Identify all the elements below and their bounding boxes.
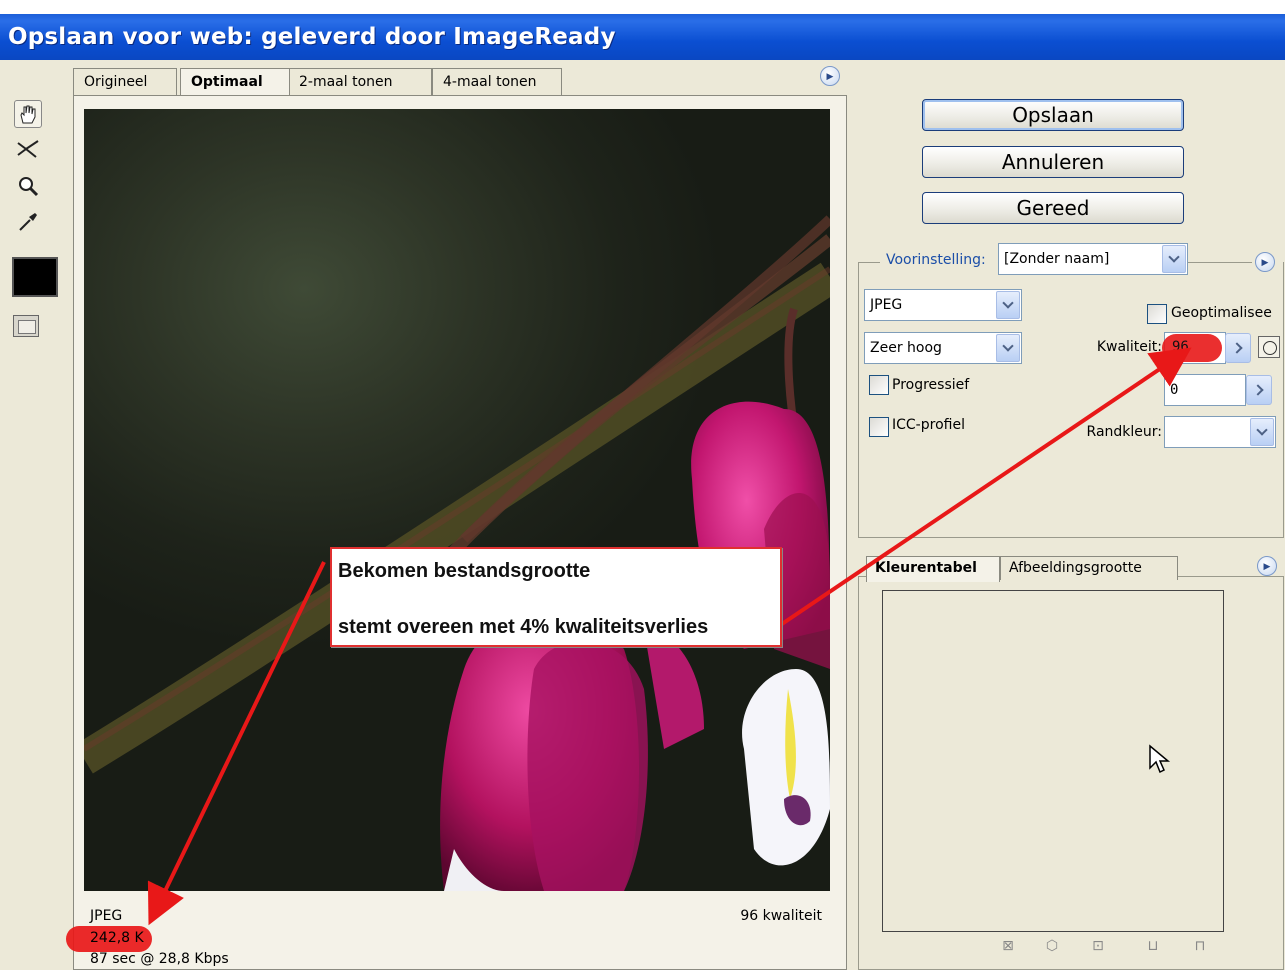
optimized-checkbox[interactable] xyxy=(1147,304,1167,324)
preset-value: [Zonder naam] xyxy=(1004,251,1110,267)
blur-field[interactable]: 0 xyxy=(1164,374,1246,406)
status-quality: 96 kwaliteit xyxy=(740,908,822,924)
matte-label: Randkleur: xyxy=(1086,424,1162,440)
cancel-button[interactable]: Annuleren xyxy=(922,146,1184,178)
callout-line-1: Bekomen bestandsgrootte xyxy=(338,560,591,582)
mouse-cursor-icon xyxy=(1148,744,1172,779)
file-format-dropdown[interactable]: JPEG xyxy=(864,289,1022,321)
hand-icon[interactable] xyxy=(14,100,42,128)
eyedropper-icon[interactable] xyxy=(14,208,42,236)
web-shift-icon[interactable]: ⊠ xyxy=(1000,937,1016,953)
preview-toggle-icon[interactable] xyxy=(13,315,39,337)
quality-highlight xyxy=(1162,334,1222,362)
preset-label: Voorinstelling: xyxy=(886,252,986,268)
color-table-area[interactable] xyxy=(882,590,1224,932)
status-file-size: 242,8 K xyxy=(90,930,144,946)
save-button[interactable]: Opslaan xyxy=(922,99,1184,131)
optimized-label: Geoptimalisee xyxy=(1171,305,1272,321)
eyedropper-color-swatch[interactable] xyxy=(12,257,58,297)
panel-menu-icon[interactable]: ▶ xyxy=(1257,556,1277,576)
matte-dropdown[interactable] xyxy=(1164,416,1276,448)
tab-color-table[interactable]: Kleurentabel xyxy=(866,556,1000,582)
progressive-checkbox[interactable] xyxy=(869,375,889,395)
image-preview[interactable] xyxy=(84,109,830,891)
chevron-down-icon[interactable] xyxy=(1250,418,1274,446)
slice-select-icon[interactable] xyxy=(14,136,42,164)
window-title: Opslaan voor web: geleverd door ImageRea… xyxy=(0,14,1285,60)
preset-dropdown[interactable]: [Zonder naam] xyxy=(998,243,1188,275)
blur-value: 0 xyxy=(1170,382,1179,398)
icc-profile-checkbox[interactable] xyxy=(869,417,889,437)
quality-slider-button[interactable] xyxy=(1225,333,1251,363)
chevron-down-icon[interactable] xyxy=(996,334,1020,362)
lock-icon[interactable]: ⊡ xyxy=(1090,937,1106,953)
callout-line-2: stemt overeen met 4% kwaliteitsverlies xyxy=(338,616,709,638)
tab-origineel[interactable]: Origineel xyxy=(73,68,177,96)
panel-menu-icon[interactable]: ▶ xyxy=(820,66,840,86)
divider xyxy=(858,262,880,263)
zoom-icon[interactable] xyxy=(14,172,42,200)
trash-icon[interactable]: ⊓ xyxy=(1192,937,1208,953)
chevron-down-icon[interactable] xyxy=(1162,245,1186,273)
tab-image-size[interactable]: Afbeeldingsgrootte xyxy=(1000,556,1178,580)
status-download-time: 87 sec @ 28,8 Kbps xyxy=(90,951,229,967)
blur-slider-button[interactable] xyxy=(1246,375,1272,405)
file-format-value: JPEG xyxy=(870,297,903,313)
tab-2-up[interactable]: 2-maal tonen xyxy=(288,68,432,96)
quality-value: 96 xyxy=(1172,339,1189,355)
status-format: JPEG xyxy=(90,908,123,924)
progressive-label: Progressief xyxy=(892,377,970,393)
tab-optimaal[interactable]: Optimaal xyxy=(180,68,290,98)
cube-icon[interactable]: ⬡ xyxy=(1044,937,1060,953)
chevron-down-icon[interactable] xyxy=(996,291,1020,319)
tab-4-up[interactable]: 4-maal tonen xyxy=(432,68,562,96)
new-color-icon[interactable]: ⊔ xyxy=(1145,937,1161,953)
quality-preset-value: Zeer hoog xyxy=(870,340,942,356)
panel-menu-icon[interactable]: ▶ xyxy=(1255,252,1275,272)
top-margin xyxy=(0,0,1285,14)
done-button[interactable]: Gereed xyxy=(922,192,1184,224)
quality-label: Kwaliteit: xyxy=(1096,339,1162,355)
divider xyxy=(1188,262,1252,263)
quality-preset-dropdown[interactable]: Zeer hoog xyxy=(864,332,1022,364)
icc-profile-label: ICC-profiel xyxy=(892,417,965,433)
mask-icon[interactable] xyxy=(1258,336,1280,358)
